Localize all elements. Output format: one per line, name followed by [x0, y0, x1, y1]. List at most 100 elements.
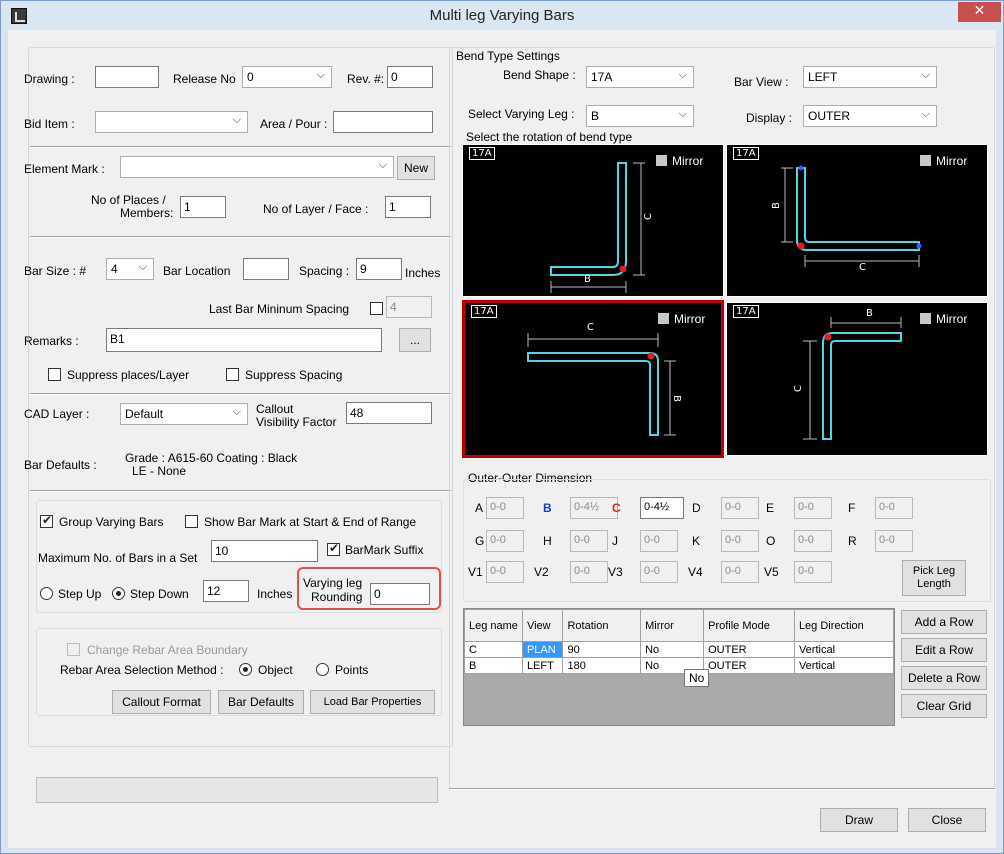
cell-tooltip: No	[684, 669, 710, 687]
rounding-input[interactable]: 0	[370, 583, 430, 605]
table-row[interactable]: B LEFT 180 No OUTER Vertical	[464, 657, 895, 674]
dim-d-input[interactable]: 0-0	[721, 497, 759, 519]
bar-view-select[interactable]: LEFT ⌵	[803, 66, 937, 88]
dim-v3-input[interactable]: 0-0	[640, 561, 678, 583]
release-label: Release No	[173, 72, 236, 86]
grid-cell[interactable]: 90	[562, 641, 642, 658]
dim-v4-input[interactable]: 0-0	[721, 561, 759, 583]
show-bar-mark-label: Show Bar Mark at Start & End of Range	[204, 515, 417, 529]
grid-header[interactable]: Leg name	[464, 609, 523, 642]
callout-input[interactable]: 48	[346, 402, 432, 424]
dim-v2-input[interactable]: 0-0	[570, 561, 608, 583]
suppress-places-checkbox[interactable]	[48, 368, 61, 381]
show-bar-mark-checkbox[interactable]	[185, 515, 198, 528]
spacing-input[interactable]: 9	[356, 258, 402, 280]
dim-f-input[interactable]: 0-0	[875, 497, 913, 519]
barmark-suffix-checkbox[interactable]	[327, 541, 340, 556]
display-select[interactable]: OUTER ⌵	[803, 105, 937, 127]
step-value-input[interactable]: 12	[203, 580, 249, 602]
dim-r-input[interactable]: 0-0	[875, 530, 913, 552]
dim-k-label: K	[692, 534, 701, 548]
pick-leg-length-button[interactable]: Pick Leg Length	[902, 560, 966, 596]
remarks-input[interactable]: B1	[106, 328, 382, 352]
load-bar-properties-button[interactable]: Load Bar Properties	[310, 690, 435, 714]
dim-c-input[interactable]: 0-4½	[640, 497, 684, 519]
chevron-down-icon: ⌵	[378, 159, 387, 171]
grid-header[interactable]: Profile Mode	[703, 609, 795, 642]
close-window-button[interactable]: ✕	[958, 2, 1001, 22]
bid-item-select[interactable]: ⌵	[95, 111, 248, 133]
grid-cell[interactable]: No	[640, 641, 705, 658]
grid-cell[interactable]: LEFT	[521, 657, 564, 674]
release-select[interactable]: 0 ⌵	[242, 66, 332, 88]
grid-header[interactable]: Rotation	[562, 609, 642, 642]
close-button[interactable]: Close	[908, 808, 986, 832]
draw-button[interactable]: Draw	[820, 808, 898, 832]
drawing-label: Drawing :	[24, 72, 75, 86]
step-down-radio[interactable]	[112, 587, 125, 600]
dim-b-input[interactable]: 0-4½	[570, 497, 618, 519]
delete-row-button[interactable]: Delete a Row	[901, 666, 987, 690]
grid-header[interactable]: View	[521, 609, 564, 642]
grid-header[interactable]: Mirror	[640, 609, 705, 642]
grid-cell[interactable]: OUTER	[703, 641, 795, 658]
rounding-label: Varying leg	[303, 576, 363, 590]
dim-h-input[interactable]: 0-0	[570, 530, 608, 552]
suppress-spacing-checkbox[interactable]	[226, 368, 239, 381]
remarks-browse-button[interactable]: ...	[399, 328, 431, 352]
add-row-button[interactable]: Add a Row	[901, 610, 987, 634]
varying-leg-select[interactable]: B ⌵	[586, 105, 694, 127]
grid-cell[interactable]: C	[464, 641, 523, 658]
chevron-down-icon: ⌵	[316, 69, 325, 81]
places-input[interactable]: 1	[180, 196, 226, 218]
bend-rotation-panel-2[interactable]: 17A Mirror B C	[726, 144, 988, 297]
change-boundary-checkbox[interactable]	[67, 643, 80, 656]
drawing-input[interactable]	[95, 66, 159, 88]
title-bar[interactable]: Multi leg Varying Bars ✕	[1, 1, 1003, 31]
points-radio[interactable]	[316, 663, 329, 676]
grid-cell[interactable]: Vertical	[793, 657, 895, 674]
bend-shape-select[interactable]: 17A ⌵	[586, 66, 694, 88]
group-varying-checkbox[interactable]	[40, 513, 53, 528]
dim-j-input[interactable]: 0-0	[640, 530, 678, 552]
cad-layer-select[interactable]: Default ⌵	[120, 403, 248, 425]
grid-header[interactable]: Leg Direction	[793, 609, 895, 642]
rev-input[interactable]: 0	[387, 66, 433, 88]
grid-cell-selected[interactable]: PLAN	[521, 641, 564, 658]
grid-cell[interactable]: B	[464, 657, 523, 674]
grid-cell[interactable]: OUTER	[703, 657, 795, 674]
edit-row-button[interactable]: Edit a Row	[901, 638, 987, 662]
leg-grid[interactable]: Leg name View Rotation Mirror Profile Mo…	[463, 608, 895, 726]
bar-location-input[interactable]	[243, 258, 289, 280]
dim-v1-input[interactable]: 0-0	[486, 561, 524, 583]
grid-cell[interactable]: Vertical	[793, 641, 895, 658]
area-pour-input[interactable]	[333, 111, 433, 133]
callout-format-button[interactable]: Callout Format	[112, 690, 211, 714]
dim-label: B	[670, 395, 682, 402]
element-mark-select[interactable]: ⌵	[120, 156, 394, 178]
bar-defaults-button[interactable]: Bar Defaults	[218, 690, 304, 714]
step-up-radio[interactable]	[40, 587, 53, 600]
dim-d-label: D	[692, 501, 701, 515]
bar-size-select[interactable]: 4 ⌵	[106, 258, 154, 280]
members-label: Members:	[120, 206, 174, 220]
dim-a-input[interactable]: 0-0	[486, 497, 524, 519]
dim-k-input[interactable]: 0-0	[721, 530, 759, 552]
dim-g-input[interactable]: 0-0	[486, 530, 524, 552]
bend-rotation-panel-1[interactable]: 17A Mirror C B	[462, 144, 724, 297]
grid-cell[interactable]: 180	[562, 657, 642, 674]
table-row[interactable]: C PLAN 90 No OUTER Vertical	[464, 641, 895, 658]
bend-rotation-panel-3[interactable]: 17A Mirror C B	[462, 300, 724, 458]
dim-v5-input[interactable]: 0-0	[794, 561, 832, 583]
layers-input[interactable]: 1	[385, 196, 431, 218]
new-element-button[interactable]: New	[397, 156, 435, 180]
object-radio[interactable]	[239, 663, 252, 676]
dim-e-input[interactable]: 0-0	[794, 497, 832, 519]
clear-grid-button[interactable]: Clear Grid	[901, 694, 987, 718]
last-bar-checkbox[interactable]	[370, 302, 383, 315]
dim-o-input[interactable]: 0-0	[794, 530, 832, 552]
last-bar-input[interactable]: 4	[386, 296, 432, 318]
dim-b-label: B	[543, 501, 552, 515]
bend-rotation-panel-4[interactable]: 17A Mirror B C	[726, 302, 988, 456]
max-bars-input[interactable]: 10	[211, 540, 318, 562]
